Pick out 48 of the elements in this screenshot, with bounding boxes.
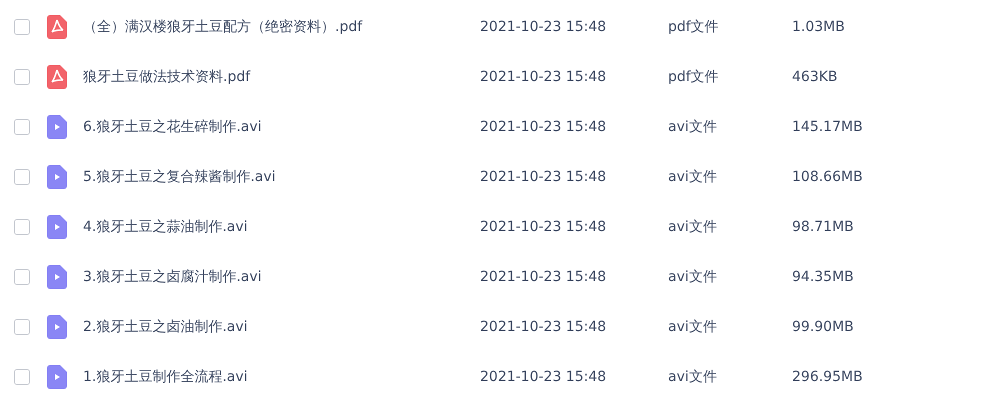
file-name[interactable]: 6.狼牙土豆之花生碎制作.avi [83,118,480,136]
file-size: 98.71MB [792,219,854,235]
checkbox[interactable] [14,219,30,235]
file-type: avi文件 [668,168,718,186]
modified-date: 2021-10-23 15:48 [480,19,608,35]
file-name[interactable]: 5.狼牙土豆之复合辣酱制作.avi [83,168,480,186]
video-icon [47,365,67,389]
file-size: 99.90MB [792,319,854,335]
modified-date: 2021-10-23 15:48 [480,69,608,85]
modified-date: 2021-10-23 15:48 [480,369,608,385]
video-icon [47,265,67,289]
checkbox[interactable] [14,269,30,285]
file-size: 108.66MB [792,169,863,185]
file-size: 463KB [792,69,838,85]
video-icon [47,215,67,239]
file-name[interactable]: 4.狼牙土豆之蒜油制作.avi [83,218,480,236]
checkbox[interactable] [14,169,30,185]
file-type: pdf文件 [668,18,720,36]
file-name[interactable]: （全）满汉楼狼牙土豆配方（绝密资料）.pdf [83,18,480,36]
modified-date: 2021-10-23 15:48 [480,269,608,285]
file-type: pdf文件 [668,68,720,86]
pdf-icon [47,65,67,89]
modified-date: 2021-10-23 15:48 [480,119,608,135]
checkbox[interactable] [14,119,30,135]
checkbox[interactable] [14,319,30,335]
file-size: 94.35MB [792,269,854,285]
modified-date: 2021-10-23 15:48 [480,169,608,185]
file-type: avi文件 [668,268,718,286]
file-size: 145.17MB [792,119,863,135]
video-icon [47,115,67,139]
pdf-icon [47,15,67,39]
file-size: 296.95MB [792,369,863,385]
file-size: 1.03MB [792,19,845,35]
file-type: avi文件 [668,318,718,336]
file-name[interactable]: 1.狼牙土豆制作全流程.avi [83,368,480,386]
modified-date: 2021-10-23 15:48 [480,219,608,235]
checkbox[interactable] [14,69,30,85]
checkbox[interactable] [14,19,30,35]
checkbox[interactable] [14,369,30,385]
video-icon [47,165,67,189]
file-type: avi文件 [668,118,718,136]
file-name[interactable]: 3.狼牙土豆之卤腐汁制作.avi [83,268,480,286]
video-icon [47,315,67,339]
file-name[interactable]: 2.狼牙土豆之卤油制作.avi [83,318,480,336]
file-name[interactable]: 狼牙土豆做法技术资料.pdf [83,68,480,86]
modified-date: 2021-10-23 15:48 [480,319,608,335]
file-type: avi文件 [668,218,718,236]
file-type: avi文件 [668,368,718,386]
